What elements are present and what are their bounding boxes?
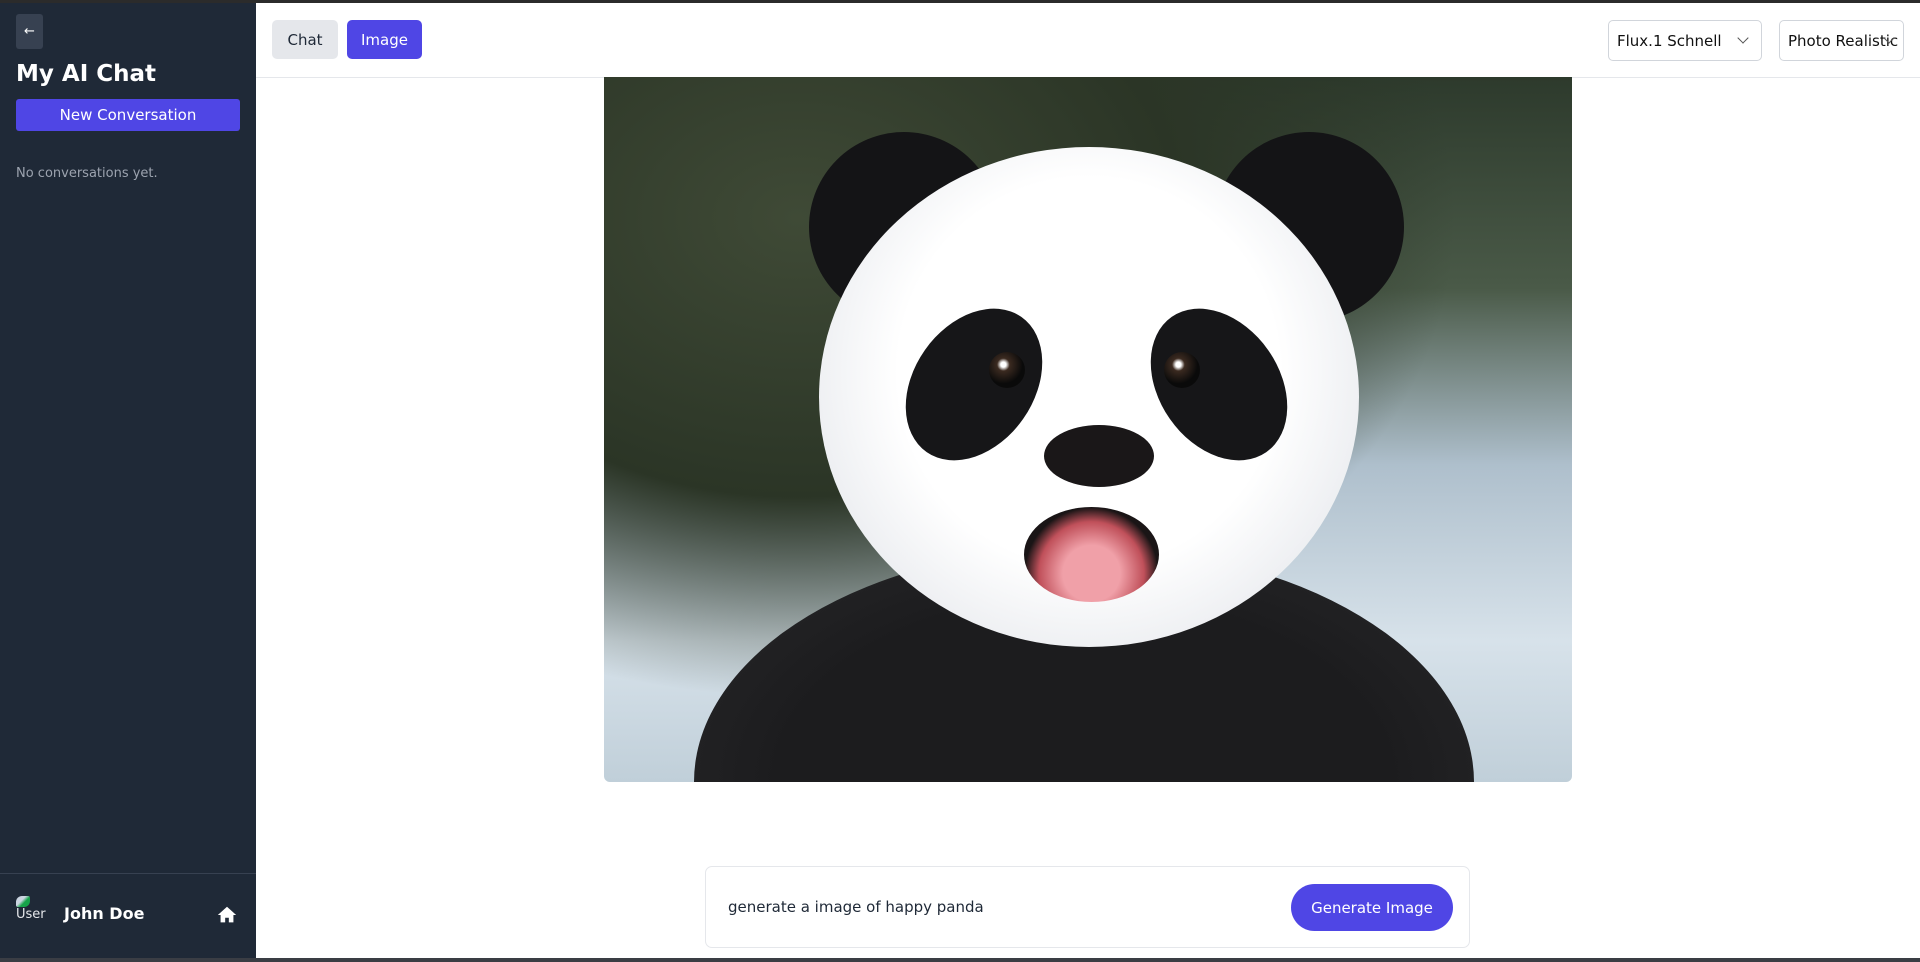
user-name: John Doe <box>64 904 145 923</box>
new-conversation-button[interactable]: New Conversation <box>16 99 240 131</box>
generate-image-button[interactable]: Generate Image <box>1291 884 1453 931</box>
empty-conversations-text: No conversations yet. <box>16 166 158 181</box>
prompt-composer: Generate Image <box>705 866 1470 948</box>
prompt-input[interactable] <box>728 885 1268 929</box>
panda-mouth <box>1024 507 1159 602</box>
avatar: User <box>16 896 46 923</box>
sidebar: ← My AI Chat New Conversation No convers… <box>0 3 256 958</box>
tab-image[interactable]: Image <box>347 20 422 59</box>
broken-image-icon <box>16 896 30 907</box>
app-title: My AI Chat <box>16 61 157 87</box>
top-bar: Chat Image Flux.1 Schnell Photo Realisti… <box>256 3 1920 78</box>
chevron-down-icon <box>1737 32 1749 44</box>
arrow-left-icon: ← <box>24 24 35 39</box>
collapse-sidebar-button[interactable]: ← <box>16 14 43 49</box>
home-icon[interactable] <box>216 904 238 926</box>
panda-nose <box>1044 425 1154 487</box>
panda-eye <box>1164 352 1200 388</box>
user-footer: User John Doe <box>0 873 256 958</box>
tab-chat[interactable]: Chat <box>272 20 338 59</box>
panda-eye <box>989 352 1025 388</box>
model-select[interactable]: Flux.1 Schnell <box>1608 20 1762 61</box>
style-select[interactable]: Photo Realistic <box>1779 20 1904 61</box>
generated-image <box>604 77 1572 782</box>
